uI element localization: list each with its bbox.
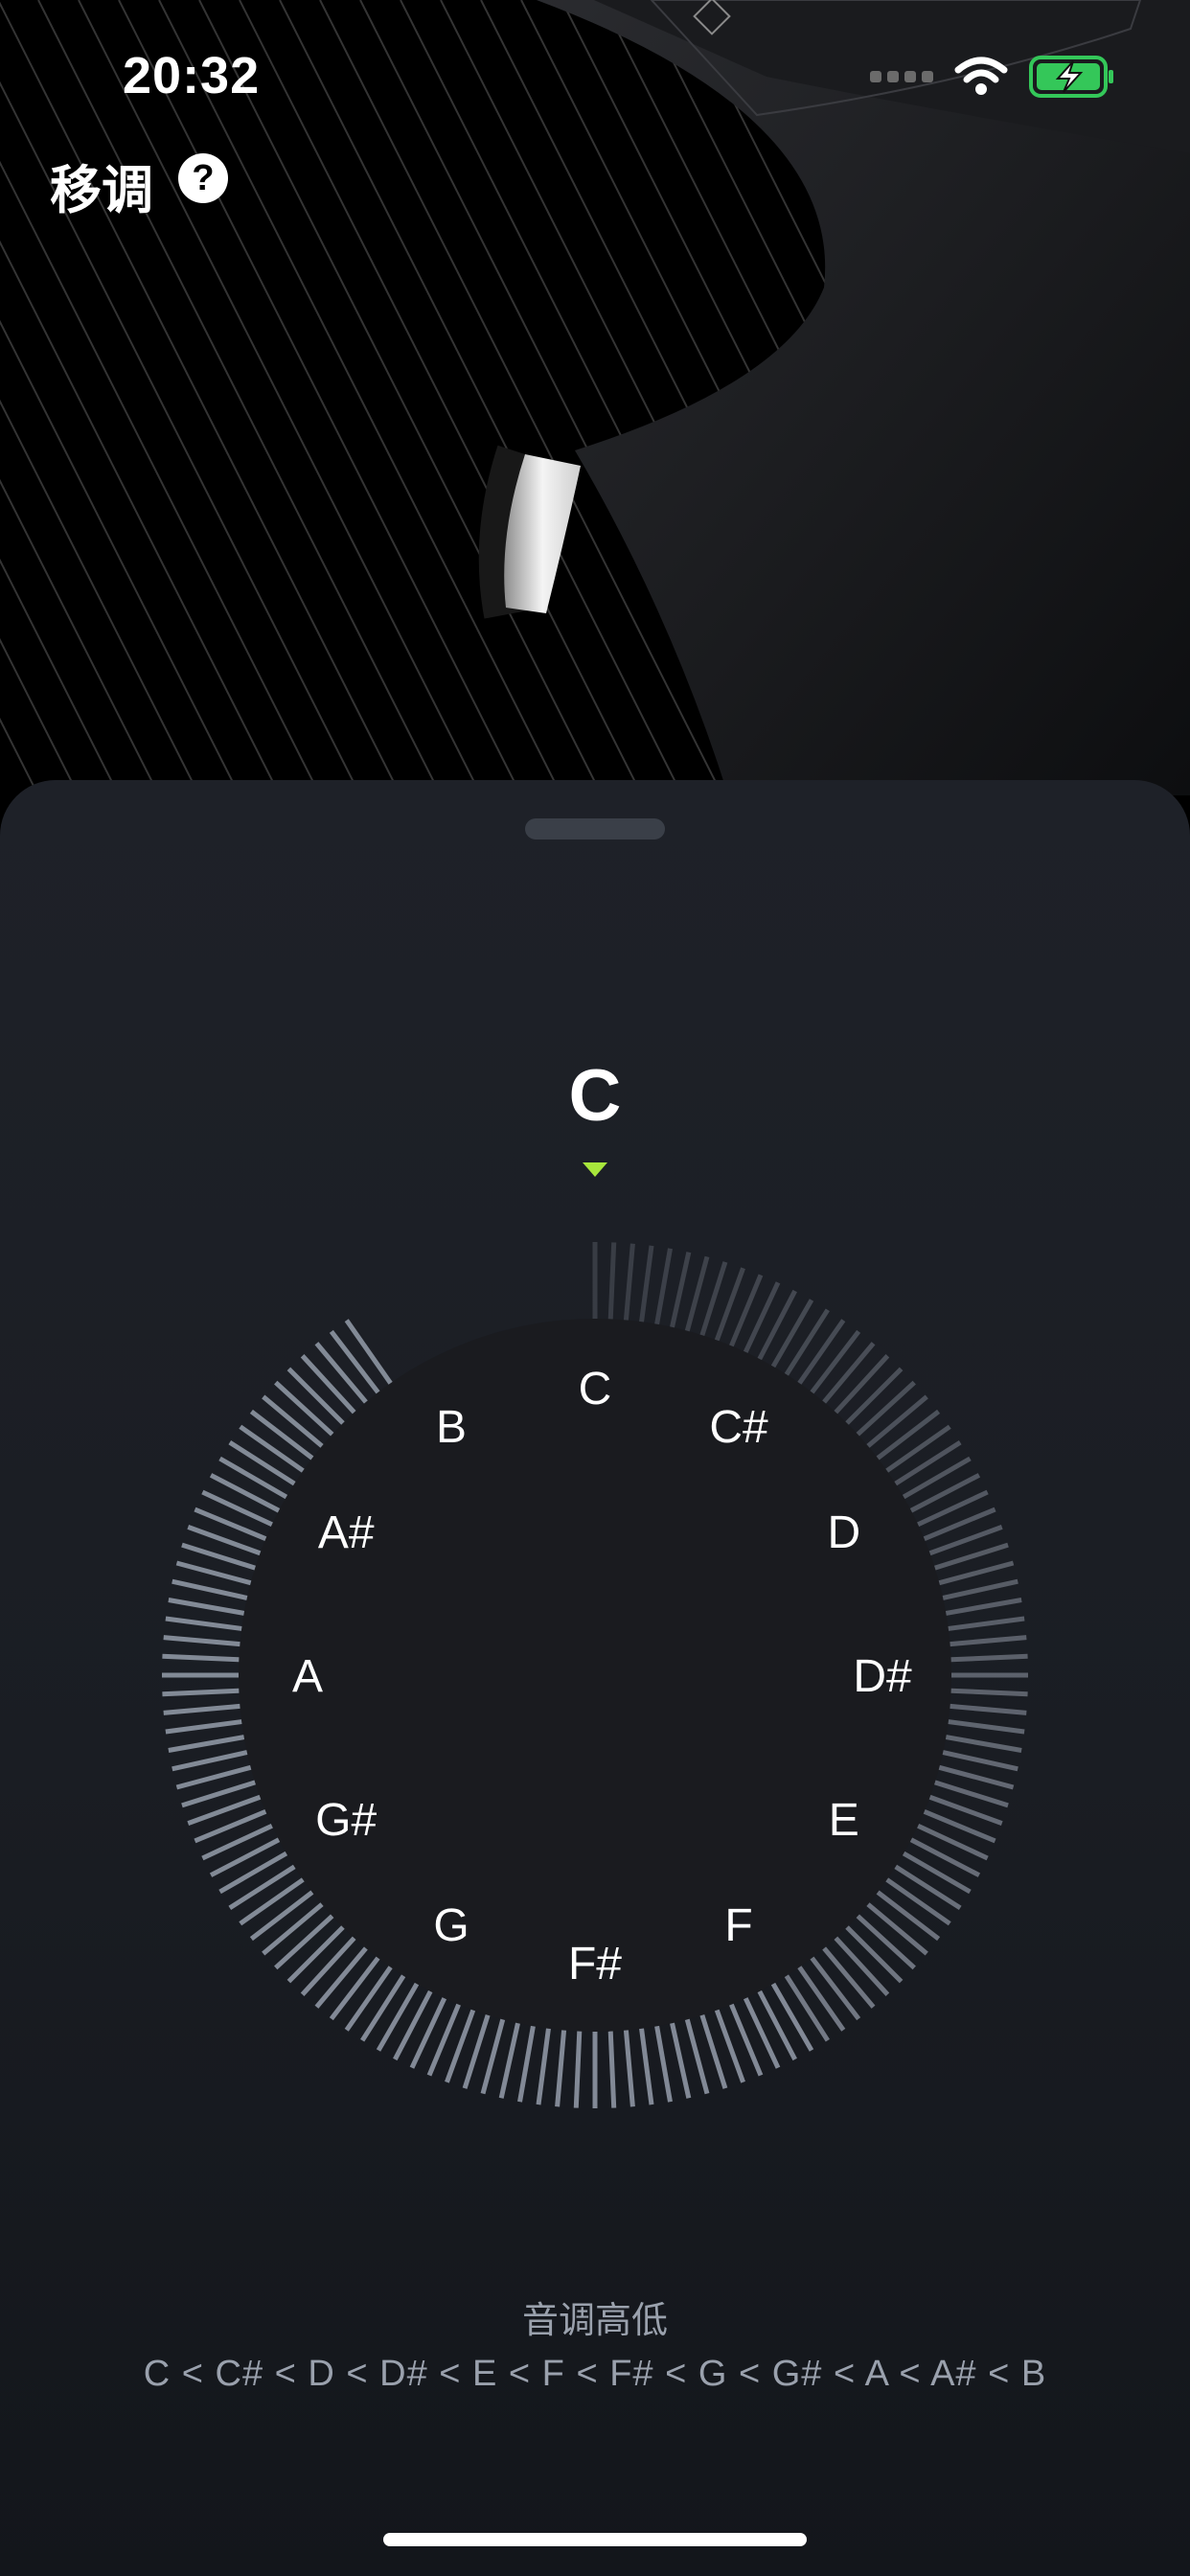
help-icon[interactable]: ? <box>178 153 228 203</box>
current-key-label: C <box>568 1055 622 1137</box>
status-icons <box>870 56 1115 98</box>
status-time: 20:32 <box>123 47 261 104</box>
cellular-signal-icon <box>870 71 933 82</box>
note-label-d-sharp[interactable]: D# <box>853 1651 912 1702</box>
key-pointer-icon <box>583 1162 607 1177</box>
pitch-order-title: 音调高低 <box>521 2301 668 2341</box>
speaker-device-image <box>0 0 1190 795</box>
sheet-grabber[interactable] <box>525 818 665 840</box>
note-label-a[interactable]: A <box>292 1651 323 1702</box>
note-label-f[interactable]: F <box>724 1900 752 1951</box>
note-label-f-sharp[interactable]: F# <box>568 1939 622 1990</box>
page-title: 移调 <box>50 162 153 219</box>
wifi-icon <box>954 57 1008 95</box>
note-label-c-sharp[interactable]: C# <box>709 1402 768 1453</box>
note-label-c[interactable]: C <box>579 1364 612 1414</box>
note-label-g-sharp[interactable]: G# <box>315 1795 377 1846</box>
pitch-order-text: C < C# < D < D# < E < F < F# < G < G# < … <box>143 2354 1047 2394</box>
note-label-e[interactable]: E <box>829 1795 859 1846</box>
home-indicator[interactable] <box>383 2533 807 2546</box>
note-label-g[interactable]: G <box>433 1900 469 1951</box>
hero-artwork <box>0 0 1190 795</box>
note-label-b[interactable]: B <box>436 1402 467 1453</box>
note-label-a-sharp[interactable]: A# <box>318 1507 375 1558</box>
battery-charging-icon <box>1029 56 1113 98</box>
note-label-d[interactable]: D <box>827 1507 860 1558</box>
